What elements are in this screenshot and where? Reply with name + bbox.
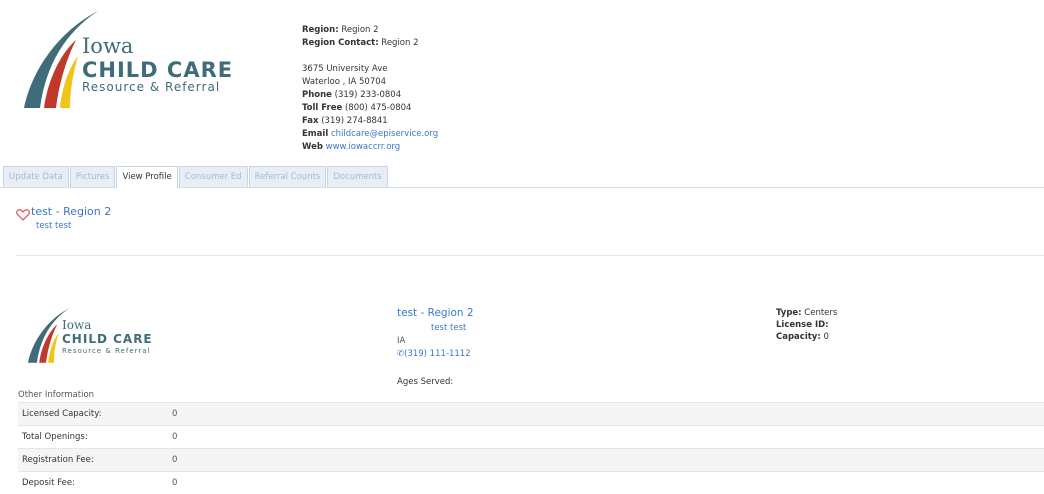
profile-subtitle[interactable]: test test	[36, 221, 71, 231]
card-logo-word-child-care: CHILD CARE	[62, 332, 153, 346]
card-provider-name[interactable]: test - Region 2	[397, 307, 474, 319]
ages-served-label: Ages Served:	[397, 377, 454, 387]
logo-word-iowa: Iowa	[82, 34, 134, 58]
region-contact-block: Region: Region 2 Region Contact: Region …	[302, 24, 562, 154]
table-row: Licensed Capacity: 0	[18, 402, 1044, 425]
card-meta: Type: Centers License ID: Capacity: 0	[776, 307, 976, 343]
region-line: Region: Region 2	[302, 25, 379, 35]
card-contact-name[interactable]: test test	[431, 323, 466, 333]
row-value: 0	[172, 409, 178, 419]
type-line: Type: Centers	[776, 308, 838, 318]
tab-referral-counts[interactable]: Referral Counts	[248, 166, 327, 187]
row-label: Registration Fee:	[22, 455, 94, 465]
card-state: IA	[397, 336, 406, 346]
row-label: Licensed Capacity:	[22, 409, 102, 419]
table-row: Deposit Fee: 0	[18, 471, 1044, 494]
other-information-heading: Other Information	[18, 390, 95, 400]
logo-word-child-care: CHILD CARE	[82, 58, 234, 82]
row-value: 0	[172, 432, 178, 442]
row-label: Total Openings:	[22, 432, 88, 442]
capacity-line: Capacity: 0	[776, 332, 829, 342]
address-line-2: Waterloo , IA 50704	[302, 77, 387, 87]
logo-word-resource-referral: Resource & Referral	[82, 80, 221, 94]
section-divider	[16, 255, 1044, 256]
web-link[interactable]: www.iowaccrr.org	[326, 142, 401, 152]
other-information-table: Licensed Capacity: 0 Total Openings: 0 R…	[18, 402, 1044, 494]
row-label: Deposit Fee:	[22, 478, 75, 488]
tab-documents[interactable]: Documents	[327, 166, 388, 187]
fax-line: Fax (319) 274-8841	[302, 116, 388, 126]
site-logo[interactable]: Iowa CHILD CARE Resource & Referral	[10, 8, 260, 110]
card-logo-word-resource-referral: Resource & Referral	[62, 347, 151, 355]
card-logo: Iowa CHILD CARE Resource & Referral	[20, 306, 180, 366]
tollfree-line: Toll Free (800) 475-0804	[302, 103, 412, 113]
profile-title[interactable]: test - Region 2	[31, 205, 111, 218]
profile-tabs: Update Data Pictures View Profile Consum…	[3, 166, 389, 188]
tab-pictures[interactable]: Pictures	[69, 166, 116, 187]
table-row: Total Openings: 0	[18, 425, 1044, 448]
web-line: Web www.iowaccrr.org	[302, 142, 401, 152]
license-line: License ID:	[776, 320, 829, 330]
card-logo-word-iowa: Iowa	[62, 318, 92, 332]
region-contact-line: Region Contact: Region 2	[302, 38, 419, 48]
table-row: Registration Fee: 0	[18, 448, 1044, 471]
row-value: 0	[172, 478, 178, 488]
phone-line: Phone (319) 233-0804	[302, 90, 402, 100]
email-link[interactable]: childcare@episervice.org	[331, 129, 438, 139]
tab-view-profile[interactable]: View Profile	[116, 166, 178, 188]
address-line-1: 3675 University Ave	[302, 64, 388, 74]
card-phone-line[interactable]: ✆(319) 111-1112	[397, 349, 471, 359]
heart-outline-icon[interactable]	[16, 206, 30, 225]
email-line: Email childcare@episervice.org	[302, 129, 439, 139]
tab-update-data[interactable]: Update Data	[3, 166, 69, 187]
tab-consumer-ed[interactable]: Consumer Ed	[178, 166, 248, 187]
row-value: 0	[172, 455, 178, 465]
card-phone[interactable]: (319) 111-1112	[404, 349, 470, 359]
